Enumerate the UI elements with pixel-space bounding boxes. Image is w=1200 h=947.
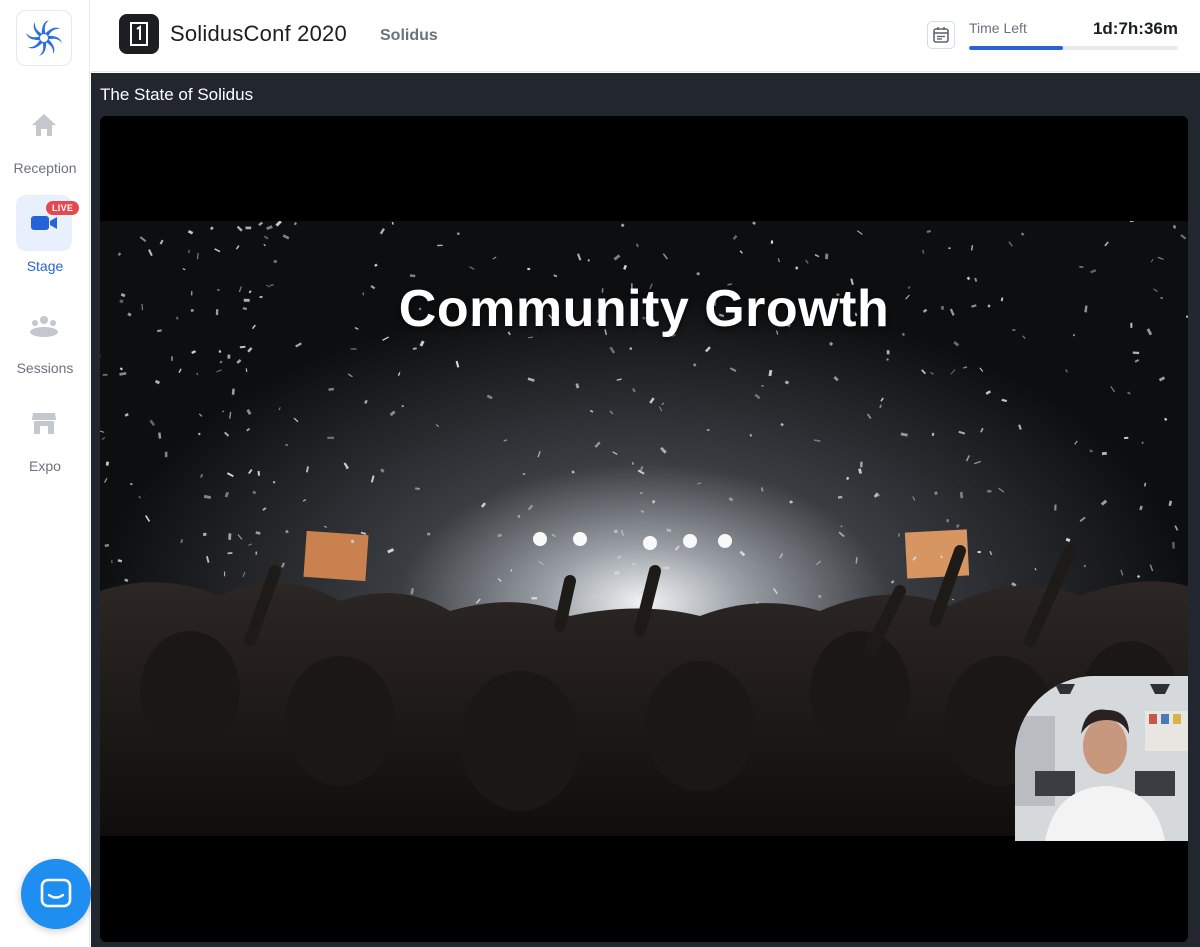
confetti-piece (105, 461, 109, 466)
app-logo-icon (26, 20, 62, 56)
confetti-piece (285, 444, 288, 446)
confetti-piece (510, 569, 513, 572)
confetti-piece (202, 532, 207, 536)
confetti-piece (663, 566, 670, 570)
sidebar-item-sessions[interactable]: Sessions (0, 297, 90, 387)
confetti-piece (1172, 541, 1175, 549)
time-left-value: 1d:7h:36m (1092, 19, 1178, 38)
confetti-piece (948, 247, 951, 249)
confetti-piece (770, 240, 774, 244)
chat-icon (40, 878, 72, 908)
confetti-piece (632, 563, 637, 566)
confetti-piece (1132, 351, 1140, 355)
confetti-piece (401, 405, 404, 408)
sidebar-item-icon-wrap (16, 395, 72, 451)
confetti-piece (164, 451, 168, 458)
confetti-piece (632, 462, 634, 465)
confetti-piece (223, 571, 226, 577)
sidebar-item-stage[interactable]: LIVE Stage (0, 195, 90, 285)
confetti-piece (987, 489, 992, 493)
org-name[interactable]: Solidus (380, 27, 438, 45)
sidebar-item-icon-wrap (16, 297, 72, 353)
confetti-piece (1101, 451, 1107, 456)
sidebar-item-reception[interactable]: Reception (0, 97, 90, 187)
calendar-icon (933, 27, 949, 43)
confetti-piece (629, 347, 633, 350)
app-logo[interactable] (16, 10, 72, 66)
home-icon (32, 114, 56, 136)
confetti-piece (255, 551, 258, 555)
sidebar-item-label: Reception (13, 160, 77, 176)
confetti-piece (171, 356, 173, 361)
sidebar-item-icon-wrap (16, 97, 72, 153)
sidebar-item-label: Stage (26, 258, 64, 274)
confetti-piece (977, 551, 981, 554)
speaker-camera-feed (1015, 676, 1188, 841)
time-progress-fill (969, 46, 1064, 50)
confetti-piece (818, 594, 822, 598)
confetti-piece (239, 345, 246, 349)
confetti-piece (437, 244, 443, 247)
time-left-label: Time Left (969, 20, 1027, 36)
session-title: The State of Solidus (100, 85, 254, 104)
stage-area: The State of Solidus Community Growth (91, 73, 1200, 947)
confetti-piece (1124, 436, 1129, 440)
confetti-piece (946, 519, 950, 523)
confetti-piece (327, 436, 334, 439)
confetti-piece (1054, 504, 1057, 511)
confetti-piece (228, 533, 232, 540)
calendar-button[interactable] (927, 21, 955, 49)
storefront-icon (32, 413, 56, 434)
chat-button[interactable] (21, 859, 91, 929)
event-title: SolidusConf 2020 (170, 21, 347, 46)
confetti-piece (427, 532, 431, 536)
sidebar-item-label: Expo (29, 458, 61, 474)
confetti-piece (825, 253, 829, 260)
time-progress-bar (969, 46, 1178, 50)
confetti-piece (837, 495, 843, 499)
sidebar-item-label: Sessions (16, 360, 74, 376)
speaker-video-image (1015, 676, 1188, 841)
group-icon (30, 316, 58, 337)
confetti-piece (860, 461, 863, 468)
confetti-piece (613, 529, 618, 534)
confetti-piece (456, 232, 460, 236)
confetti-piece (272, 480, 276, 484)
confetti-piece (111, 560, 113, 564)
confetti-piece (227, 354, 231, 359)
confetti-piece (886, 358, 889, 361)
live-badge: LIVE (46, 201, 80, 215)
event-logo (119, 14, 159, 54)
sidebar-item-expo[interactable]: Expo (0, 395, 90, 485)
confetti-piece (102, 373, 108, 376)
slide-heading: Community Growth (398, 280, 890, 338)
video-player[interactable]: Community Growth (100, 116, 1188, 942)
confetti-piece (886, 350, 890, 355)
event-logo-icon (130, 22, 148, 46)
confetti-piece (231, 388, 235, 395)
confetti-piece (350, 348, 357, 350)
confetti-piece (245, 226, 252, 230)
confetti-piece (527, 267, 531, 271)
confetti-piece (531, 597, 538, 600)
video-camera-icon (31, 216, 57, 230)
confetti-piece (931, 432, 935, 437)
sidebar: Reception LIVE Stage Sessions Expo (0, 0, 91, 947)
top-header: SolidusConf 2020 Solidus Time Left 1d:7h… (91, 0, 1200, 72)
